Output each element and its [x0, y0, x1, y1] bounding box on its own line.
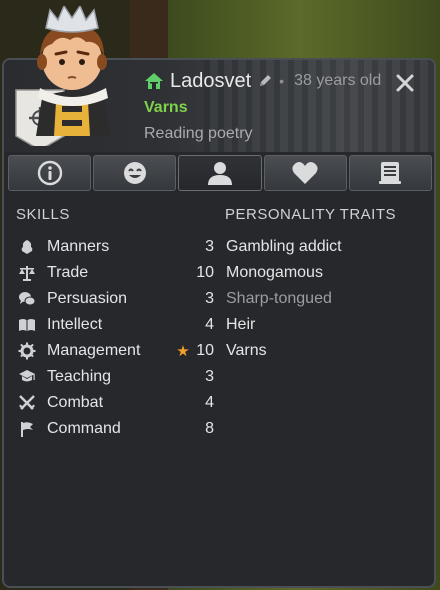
skill-value: 3 — [205, 238, 214, 255]
character-name: Ladosvet — [170, 69, 252, 92]
traits-title: PERSONALITY TRAITS — [225, 206, 396, 223]
faction-label: Varns — [144, 99, 188, 116]
gear-icon — [18, 342, 36, 360]
skill-value: 8 — [205, 420, 214, 437]
speech-bubbles-icon — [18, 290, 36, 308]
passion-star-icon: ★ — [176, 343, 190, 360]
flag-icon — [18, 420, 36, 438]
name-row: Ladosvet • 38 years old — [144, 68, 381, 94]
skill-name: Manners — [47, 238, 110, 255]
traits-list: Gambling addict Monogamous Sharp-tongued… — [226, 234, 426, 364]
skill-value: 4 — [205, 394, 214, 411]
skill-name: Teaching — [47, 368, 112, 385]
manners-icon — [18, 238, 36, 256]
skill-value: 10 — [196, 264, 214, 281]
skills-title: SKILLS — [16, 206, 70, 223]
mood-icon — [123, 162, 146, 184]
rename-pencil-icon[interactable] — [257, 73, 273, 89]
book-icon — [18, 316, 36, 334]
skill-row-command: Command 8 — [18, 416, 214, 442]
skill-name: Trade — [47, 264, 89, 281]
activity-label: Reading poetry — [144, 125, 253, 142]
skill-name: Management — [47, 342, 141, 359]
close-icon — [396, 74, 414, 92]
skill-name: Command — [47, 420, 121, 437]
character-portrait[interactable] — [12, 4, 132, 151]
crossed-swords-icon — [18, 394, 36, 412]
skill-row-teaching: Teaching 3 — [18, 364, 214, 390]
tab-character[interactable] — [178, 155, 262, 191]
tab-relations[interactable] — [263, 155, 347, 191]
skill-name: Combat — [47, 394, 104, 411]
trait-item[interactable]: Monogamous — [226, 260, 426, 286]
skill-value: 3 — [205, 290, 214, 307]
portrait-avatar — [15, 4, 110, 151]
trait-item[interactable]: Sharp-tongued — [226, 286, 426, 312]
log-icon — [379, 162, 402, 184]
trait-item[interactable]: Varns — [226, 338, 426, 364]
trait-item[interactable]: Gambling addict — [226, 234, 426, 260]
graduation-cap-icon — [18, 368, 36, 386]
skill-name: Persuasion — [47, 290, 128, 307]
heart-icon — [292, 162, 318, 184]
skill-value: 3 — [205, 368, 214, 385]
tab-mood[interactable] — [93, 155, 177, 191]
skill-row-intellect: Intellect 4 — [18, 312, 214, 338]
tab-log[interactable] — [348, 155, 433, 191]
tab-info[interactable] — [8, 155, 92, 191]
skill-row-persuasion: Persuasion 3 — [18, 286, 214, 312]
skill-value: 4 — [205, 316, 214, 333]
home-icon — [145, 73, 163, 89]
person-icon — [208, 162, 232, 185]
character-age: 38 years old — [294, 72, 382, 89]
skill-row-management: Management ★ 10 — [18, 338, 214, 364]
scales-icon — [18, 264, 36, 282]
close-button[interactable] — [392, 70, 418, 96]
info-icon — [37, 160, 62, 186]
skill-value: 10 — [196, 342, 214, 359]
skills-list: Manners 3 Trade 10 Persuasion 3 Intellec… — [18, 234, 214, 442]
skill-row-combat: Combat 4 — [18, 390, 214, 416]
trait-item[interactable]: Heir — [226, 312, 426, 338]
panel-tabs — [8, 155, 433, 193]
skill-row-trade: Trade 10 — [18, 260, 214, 286]
skill-name: Intellect — [47, 316, 103, 333]
skill-row-manners: Manners 3 — [18, 234, 214, 260]
separator-dot: • — [279, 73, 285, 89]
